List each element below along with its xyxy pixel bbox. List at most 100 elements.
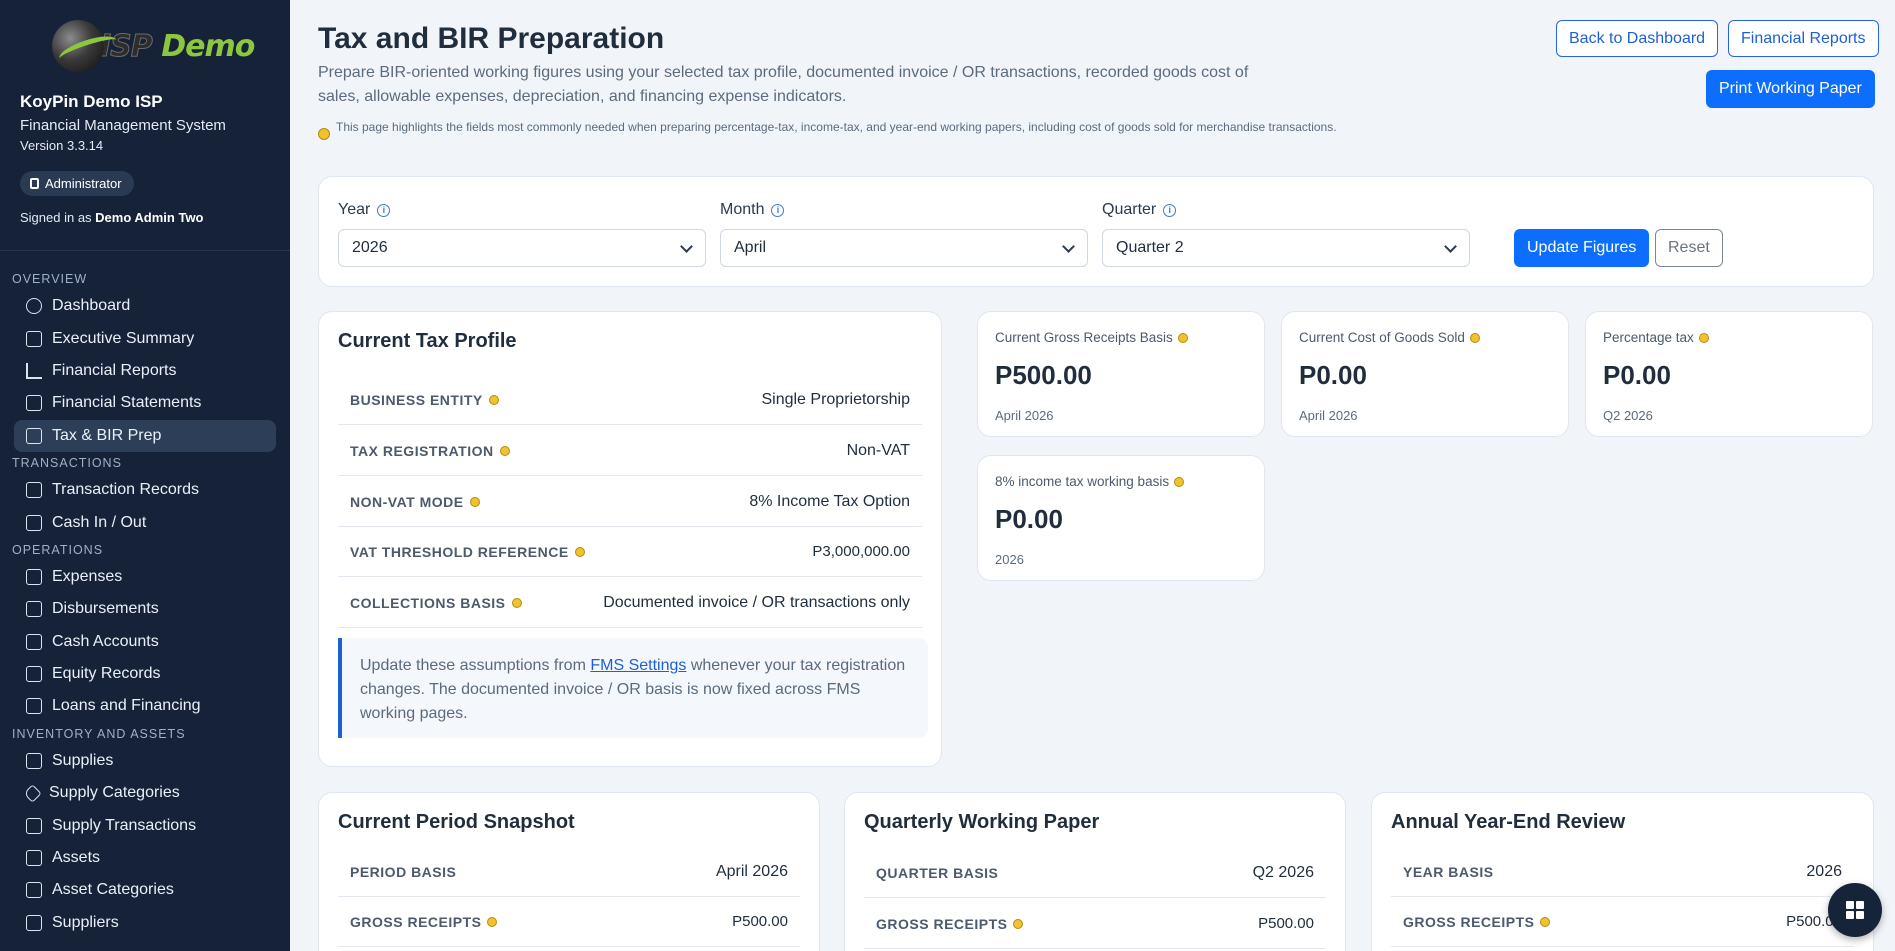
list-icon [26,482,42,499]
sidebar-item-label: Suppliers [52,913,119,931]
panel-key: GROSS RECEIPTS [350,914,498,930]
sidebar-item-executive-summary[interactable]: Executive Summary [14,322,276,354]
profile-key-text: NON-VAT MODE [350,493,464,510]
panel-key: GROSS RECEIPTS [1403,913,1551,930]
sidebar-item-supplies[interactable]: Supplies [14,745,276,777]
quarter-select[interactable]: Quarter 2 [1102,229,1470,267]
sidebar-item-financial-reports[interactable]: Financial Reports [14,355,276,387]
signed-in-label: Signed in as Demo Admin Two [20,210,204,225]
sidebar-item-assets[interactable]: Assets [14,842,276,874]
tags-icon [23,784,42,803]
month-label-text: Month [720,201,765,218]
info-icon[interactable]: i [1163,203,1177,217]
profile-row-tax-registration: TAX REGISTRATION Non-VAT [338,426,922,476]
sidebar-item-asset-categories[interactable]: Asset Categories [14,874,276,906]
sidebar-item-expenses[interactable]: Expenses [14,561,276,593]
globe-icon [52,20,104,72]
panel-title: Current Period Snapshot [338,811,575,833]
panel-title: Annual Year-End Review [1391,811,1626,833]
logo-text: ISP Demo [100,28,256,64]
nav-section-overview: OVERVIEW [12,272,88,286]
quick-menu-button[interactable] [1828,883,1882,937]
bulb-icon [488,394,499,405]
callout-text-pre: Update these assumptions from [360,657,591,674]
brand-logo[interactable]: ISP Demo [52,20,256,72]
version-label: Version 3.3.14 [20,138,104,153]
bulb-icon [499,445,510,456]
nav-section-inventory: INVENTORY AND ASSETS [12,726,186,741]
panel-key: YEAR BASIS [1403,863,1494,880]
sidebar-item-supply-transactions[interactable]: Supply Transactions [14,809,276,841]
sidebar-item-supply-categories[interactable]: Supply Categories [14,777,276,809]
print-working-paper-button[interactable]: Print Working Paper [1706,70,1875,108]
profile-key-text: BUSINESS ENTITY [350,391,483,408]
receipt-icon [26,568,42,585]
profile-value: Single Proprietorship [761,390,910,408]
stat-period: April 2026 [1299,408,1358,423]
stat-label-text: Percentage tax [1603,330,1694,345]
sliders-icon [26,850,42,867]
truck-icon [26,914,42,931]
tax-profile-title: Current Tax Profile [338,330,517,352]
sidebar-item-dashboard[interactable]: Dashboard [14,290,276,322]
reset-button[interactable]: Reset [1655,229,1723,267]
profile-key-text: TAX REGISTRATION [350,442,494,459]
org-info: KoyPin Demo ISP Financial Management Sys… [20,92,226,153]
stat-label: Percentage tax [1603,330,1709,345]
bar-chart-icon [26,362,42,379]
nav-section-transactions: TRANSACTIONS [12,455,122,470]
settings-callout: Update these assumptions from FMS Settin… [338,638,928,738]
coin-icon [26,698,42,715]
profile-key: NON-VAT MODE [350,494,480,510]
sidebar-item-cash-in-out[interactable]: Cash In / Out [14,506,276,538]
sidebar-item-suppliers[interactable]: Suppliers [14,907,276,939]
sidebar-item-tax-bir-prep[interactable]: Tax & BIR Prep [14,419,276,452]
panel-value: P500.00 [1258,915,1314,932]
fms-settings-link[interactable]: FMS Settings [590,657,686,674]
document-text-icon [26,395,42,412]
update-figures-button[interactable]: Update Figures [1514,229,1650,267]
sidebar-item-label: Cash In / Out [52,513,147,531]
bulb-icon [511,597,522,608]
bulb-icon [487,916,498,927]
main-content: Tax and BIR Preparation Prepare BIR-orie… [290,0,1895,951]
bulb-icon [1540,916,1551,927]
financial-reports-button[interactable]: Financial Reports [1728,20,1879,57]
sidebar-item-label: Executive Summary [52,329,195,347]
panel-key: QUARTER BASIS [876,864,999,881]
sidebar-item-financial-statements[interactable]: Financial Statements [14,387,276,419]
back-to-dashboard-button[interactable]: Back to Dashboard [1556,20,1719,57]
stat-label-text: Current Cost of Goods Sold [1299,330,1465,345]
signed-in-prefix: Signed in as [20,210,96,225]
profile-row-vat-threshold: VAT THRESHOLD REFERENCE P3,000,000.00 [338,527,922,577]
system-name: Financial Management System [20,117,226,134]
info-icon[interactable]: i [377,203,391,217]
sidebar-item-equity-records[interactable]: Equity Records [14,658,276,690]
profile-key: COLLECTIONS BASIS [350,595,522,611]
period-filter-card: Year i 2026 Month i April Quarter i Quarter… [318,176,1874,287]
user-name: Demo Admin Two [95,210,204,225]
sidebar-item-label: Assets [52,849,101,867]
bulb-icon [1177,332,1188,343]
quarterly-working-paper-panel: Quarterly Working Paper QUARTER BASIS Q2 … [844,792,1346,951]
month-select[interactable]: April [720,229,1088,267]
stat-label-text: 8% income tax working basis [995,474,1170,489]
nav-section-operations: OPERATIONS [12,542,104,557]
panel-key-text: GROSS RECEIPTS [876,915,1008,932]
sidebar-item-transaction-records[interactable]: Transaction Records [14,474,276,506]
year-select[interactable]: 2026 [338,229,706,267]
year-label-text: Year [338,201,371,218]
panel-row: GROSS RECEIPTS P500.00 [864,899,1326,949]
sidebar-item-label: Financial Reports [52,361,177,379]
stat-value: P0.00 [1299,360,1367,390]
sidebar-item-cash-accounts[interactable]: Cash Accounts [14,626,276,658]
sidebar-item-disbursements[interactable]: Disbursements [14,593,276,625]
current-period-panel: Current Period Snapshot PERIOD BASIS Apri… [318,792,820,951]
stat-cost-of-goods-sold: Current Cost of Goods Sold P0.00 April 2… [1281,311,1569,437]
sidebar-item-loans-financing[interactable]: Loans and Financing [14,690,276,722]
panel-key: PERIOD BASIS [350,863,457,880]
panel-key-text: GROSS RECEIPTS [1403,913,1535,930]
info-icon[interactable]: i [771,203,785,217]
profile-key: BUSINESS ENTITY [350,392,499,408]
stat-period: Q2 2026 [1603,408,1653,423]
